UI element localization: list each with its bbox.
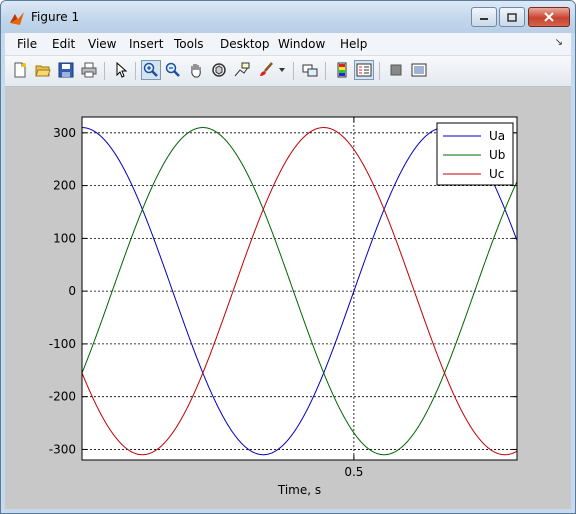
y-tick-label: 200 <box>53 179 76 193</box>
rotate-3d-icon <box>212 63 226 77</box>
new-figure-icon <box>14 62 26 78</box>
figure-toolbar <box>5 56 571 87</box>
dock-arrow-icon[interactable]: ↘ <box>555 37 563 48</box>
maximize-button[interactable] <box>499 7 525 27</box>
y-tick-label: -100 <box>49 337 76 351</box>
zoom-in-icon <box>143 62 158 77</box>
zoom-out-button[interactable] <box>163 60 183 80</box>
minimize-button[interactable] <box>471 7 497 27</box>
print-icon <box>81 62 97 78</box>
y-tick-label: -200 <box>49 390 76 404</box>
close-button[interactable] <box>528 7 570 27</box>
figure-canvas[interactable]: 0.50.510.520.530.540.550.560.570.580.590… <box>5 87 571 509</box>
toolbar-separator <box>325 62 326 80</box>
menu-view[interactable]: View <box>88 37 116 51</box>
toolbar-separator <box>104 62 105 80</box>
window-title: Figure 1 <box>31 10 80 24</box>
legend-label-ub: Ub <box>489 148 505 162</box>
open-file-icon <box>35 65 51 77</box>
chevron-down-icon <box>279 68 285 72</box>
legend-button[interactable] <box>354 60 374 80</box>
open-file-button[interactable] <box>33 60 53 80</box>
y-tick-label: 0 <box>68 284 76 298</box>
toolbar-separator <box>293 62 294 80</box>
print-button[interactable] <box>79 60 99 80</box>
maximize-icon <box>507 12 517 22</box>
hide-plot-tools-icon <box>390 64 402 76</box>
x-axis-label: Time, s <box>277 483 321 497</box>
y-tick-label: 300 <box>53 126 76 140</box>
edit-plot-icon <box>116 62 128 78</box>
figure-window: Figure 1 File Edit View Insert Tools Des… <box>0 0 576 514</box>
rotate-3d-button[interactable] <box>209 60 229 80</box>
colorbar-icon <box>337 62 347 78</box>
zoom-in-button[interactable] <box>141 60 161 80</box>
data-cursor-icon <box>234 62 250 77</box>
brush-button[interactable] <box>256 60 276 80</box>
brush-icon <box>260 62 273 76</box>
pan-icon <box>191 64 201 78</box>
toolbar-separator <box>379 62 380 80</box>
legend-label-uc: Uc <box>489 167 504 181</box>
menu-bar: File Edit View Insert Tools Desktop Wind… <box>5 33 571 56</box>
y-tick-label: 100 <box>53 231 76 245</box>
save-icon <box>58 62 74 78</box>
minimize-icon <box>480 18 488 20</box>
colorbar-button[interactable] <box>332 60 352 80</box>
legend-label-ua: Ua <box>489 129 505 143</box>
menu-desktop[interactable]: Desktop <box>220 37 270 51</box>
toolbar-separator <box>135 62 136 80</box>
link-plot-icon <box>302 64 318 77</box>
save-button[interactable] <box>56 60 76 80</box>
menu-tools[interactable]: Tools <box>174 37 204 51</box>
matlab-icon <box>10 12 24 25</box>
hide-plot-tools-button[interactable] <box>386 60 406 80</box>
link-plot-button[interactable] <box>300 60 320 80</box>
menu-edit[interactable]: Edit <box>52 37 75 51</box>
menu-insert[interactable]: Insert <box>129 37 163 51</box>
show-plot-tools-icon <box>411 63 427 77</box>
data-cursor-button[interactable] <box>232 60 252 80</box>
zoom-out-icon <box>165 62 180 77</box>
x-tick-label: 0.5 <box>344 465 363 479</box>
menu-help[interactable]: Help <box>340 37 367 51</box>
pan-button[interactable] <box>186 60 206 80</box>
close-icon <box>544 12 554 22</box>
menu-file[interactable]: File <box>17 37 37 51</box>
axes[interactable]: 0.50.510.520.530.540.550.560.570.580.590… <box>5 87 571 509</box>
new-figure-button[interactable] <box>10 60 30 80</box>
title-bar[interactable]: Figure 1 <box>1 1 575 33</box>
show-plot-tools-button[interactable] <box>409 60 429 80</box>
y-tick-label: -300 <box>49 442 76 456</box>
brush-dropdown[interactable] <box>277 60 287 80</box>
edit-plot-button[interactable] <box>111 60 131 80</box>
menu-window[interactable]: Window <box>278 37 325 51</box>
legend-icon <box>356 63 372 77</box>
